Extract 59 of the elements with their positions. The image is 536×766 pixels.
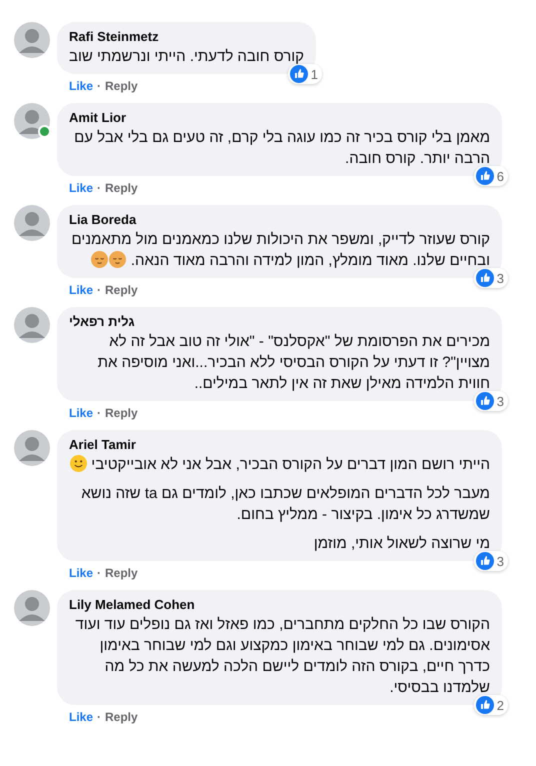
relieved-face-icon <box>90 251 108 268</box>
relieved-face-icon <box>108 251 126 268</box>
reaction-badge[interactable]: 3 <box>474 391 508 411</box>
author-name[interactable]: Rafi Steinmetz <box>69 29 304 45</box>
avatar[interactable] <box>14 307 50 343</box>
avatar[interactable] <box>14 103 50 139</box>
like-link[interactable]: Like <box>69 79 94 93</box>
comment-text: קורס חובה לדעתי. הייתי ונרשמתי שוב <box>69 47 304 67</box>
avatar[interactable] <box>14 22 50 58</box>
author-name[interactable]: Lia Boreda <box>69 212 490 228</box>
separator-dot: · <box>97 79 102 93</box>
avatar[interactable] <box>14 590 50 626</box>
comment-text: מעבר לכל הדברים המופלאים שכתבו כאן, לומדים גם ta שזה נושא שמשדרג כל אימון. בקיצור - ממליץ בחום. <box>80 484 490 525</box>
reaction-badge[interactable]: 3 <box>474 551 508 571</box>
avatar[interactable] <box>14 205 50 241</box>
reaction-count: 3 <box>496 394 504 408</box>
comment-text: מי שרוצה לשאול אותי, מוזמן <box>312 534 490 554</box>
reaction-badge[interactable]: 6 <box>474 166 508 186</box>
separator-dot: · <box>97 181 102 195</box>
like-icon <box>476 696 494 714</box>
like-link[interactable]: Like <box>69 710 94 724</box>
reply-link[interactable]: Reply <box>105 566 138 580</box>
reaction-count: 3 <box>496 554 504 568</box>
reply-link[interactable]: Reply <box>105 283 138 297</box>
reply-link[interactable]: Reply <box>105 181 138 195</box>
reaction-count: 1 <box>310 66 318 82</box>
like-link[interactable]: Like <box>69 566 94 580</box>
reaction-badge[interactable]: 2 <box>474 695 508 715</box>
author-name[interactable]: גלית רפאלי <box>69 314 490 330</box>
like-link[interactable]: Like <box>69 406 94 420</box>
separator-dot: · <box>97 566 102 580</box>
like-icon <box>290 65 308 83</box>
like-link[interactable]: Like <box>69 283 94 297</box>
like-icon <box>476 552 494 570</box>
like-icon <box>476 269 494 287</box>
separator-dot: · <box>97 283 102 297</box>
author-name[interactable]: Ariel Tamir <box>69 437 490 453</box>
separator-dot: · <box>97 406 102 420</box>
avatar[interactable] <box>14 430 50 466</box>
reply-link[interactable]: Reply <box>105 406 138 420</box>
reply-link[interactable]: Reply <box>105 79 138 93</box>
smiley-icon <box>70 455 88 472</box>
reply-link[interactable]: Reply <box>105 710 138 724</box>
like-icon <box>476 167 494 185</box>
comment-text: הקורס שבו כל החלקים מתחברים, כמו פאזל ואז גם נופלים עוד ועוד אסימונים. גם למי שבוחר באימון כמקצוע וגם למי שבוחר באימון כדרך חיים, בקורס הזה לומדים ליישם הלכה למעשה את כל מה שלמדנו בבסיסי. <box>74 615 490 698</box>
comment-text: מאמן בלי קורס בכיר זה כמו עוגה בלי קרם, זה טעים גם בלי אבל עם הרבה יותר. קורס חובה. <box>73 128 490 169</box>
comment-text: הייתי רושם המון דברים על הקורס הבכיר, אבל אני לא אובייקטיבי <box>69 454 490 475</box>
author-name[interactable]: Lily Melamed Cohen <box>69 597 490 613</box>
comment-text: קורס שעוזר לדייק, ומשפר את היכולות שלנו כמאמנים מול מתאמנים ובחיים שלנו. מאוד מומלץ, המון למידה והרבה מאוד הנאה. <box>70 230 490 271</box>
reaction-count: 6 <box>496 168 504 184</box>
like-icon <box>476 392 494 410</box>
like-link[interactable]: Like <box>69 181 94 195</box>
separator-dot: · <box>97 710 102 724</box>
reaction-count: 2 <box>496 698 504 712</box>
comment-text: מכירים את הפרסומת של "אקסלנס" - "אולי זה טוב אבל זה לא מצויין"? זו דעתי על הקורס הבסיסי ללא הבכיר...ואני מוסיפה את חווית הלמידה מאילן שאת זה אין לתאר במילים.. <box>96 332 490 394</box>
author-name[interactable]: Amit Lior <box>69 110 490 126</box>
reaction-badge[interactable]: 1 <box>288 64 322 84</box>
reaction-count: 3 <box>496 270 504 286</box>
reaction-badge[interactable]: 3 <box>474 268 508 288</box>
